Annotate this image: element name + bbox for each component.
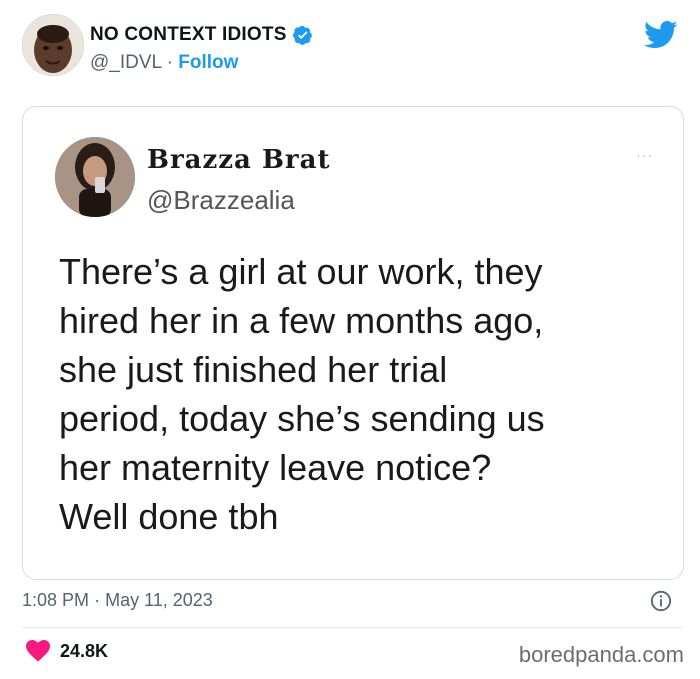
tweet-time: 1:08 PM (22, 590, 90, 610)
tweet-timestamp[interactable]: 1:08 PM · May 11, 2023 (22, 590, 213, 611)
timestamp-separator: · (94, 590, 101, 610)
account-handle[interactable]: @_IDVL (90, 52, 161, 73)
account-name[interactable]: NO CONTEXT IDIOTS (90, 24, 287, 46)
watermark: boredpanda.com (518, 642, 684, 667)
quoted-tweet-text: There’s a girl at our work, they hired h… (59, 247, 659, 541)
more-options-icon[interactable]: ··· (636, 147, 653, 163)
divider (22, 627, 682, 628)
tweet-text-line: her maternity leave notice? (59, 447, 492, 488)
follow-button[interactable]: Follow (178, 52, 238, 73)
handle-separator: · (166, 52, 173, 73)
account-handle-line: @_IDVL · Follow (90, 52, 238, 74)
quoted-tweet-avatar[interactable] (55, 137, 135, 217)
heart-icon[interactable] (26, 640, 50, 662)
like-action[interactable]: 24.8K (26, 640, 108, 662)
tweet-text-line: Well done tbh (59, 496, 279, 537)
tweet-text-line: she just finished her trial (59, 349, 448, 390)
quoted-tweet-handle[interactable]: @Brazzealia (147, 185, 295, 216)
twitter-bird-icon[interactable] (644, 20, 678, 50)
tweet-text-line: hired her in a few months ago, (59, 300, 544, 341)
quoted-tweet-card[interactable]: Brazza Brat @Brazzealia ··· There’s a gi… (22, 106, 684, 580)
tweet-text-line: There’s a girl at our work, they (59, 251, 543, 292)
like-count: 24.8K (60, 640, 109, 661)
verified-badge-icon (292, 25, 312, 45)
tweet-date: May 11, 2023 (105, 590, 213, 610)
tweet-text-line: period, today she’s sending us (59, 398, 545, 439)
tweet-header: NO CONTEXT IDIOTS @_IDVL · Follow (22, 14, 682, 84)
account-avatar[interactable] (22, 14, 84, 76)
info-icon[interactable] (650, 590, 672, 612)
account-name-line: NO CONTEXT IDIOTS (90, 24, 313, 46)
quoted-tweet-name[interactable]: Brazza Brat (147, 145, 330, 175)
